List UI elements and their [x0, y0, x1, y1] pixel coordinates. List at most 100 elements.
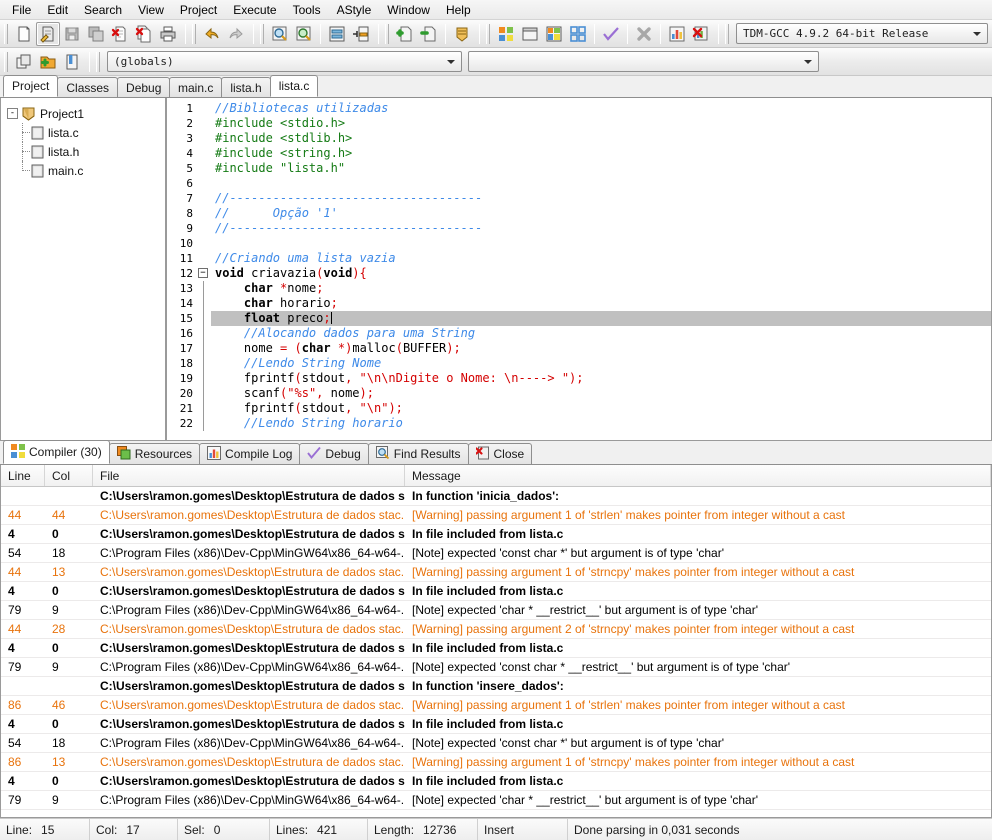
chevron-down-icon[interactable] — [800, 53, 816, 70]
menu-item-window[interactable]: Window — [379, 1, 438, 19]
tab-main-c[interactable]: main.c — [169, 77, 223, 97]
code-line[interactable]: nome = (char *)malloc(BUFFER); — [211, 341, 991, 356]
code-line[interactable]: #include "lista.h" — [211, 161, 991, 176]
table-row[interactable]: 4 0 C:\Users\ramon.gomes\Desktop\Estrutura… — [1, 639, 991, 658]
tree-node-project-root[interactable]: - Project1 — [7, 104, 165, 123]
toolbar-grip[interactable] — [260, 23, 264, 44]
code-line[interactable]: scanf("%s", nome); — [211, 386, 991, 401]
column-header-line[interactable]: Line — [1, 465, 45, 486]
fold-cell[interactable]: − — [197, 266, 211, 281]
menu-item-project[interactable]: Project — [172, 1, 225, 19]
replace-button[interactable] — [292, 22, 316, 46]
table-row[interactable]: 4 0 C:\Users\ramon.gomes\Desktop\Estrutura… — [1, 525, 991, 544]
menu-item-execute[interactable]: Execute — [225, 1, 284, 19]
tab-find-results[interactable]: Find Results — [367, 443, 469, 464]
tab-compile-log[interactable]: Compile Log — [199, 443, 301, 464]
menu-item-tools[interactable]: Tools — [285, 1, 329, 19]
save-all-button[interactable] — [84, 22, 108, 46]
table-row[interactable]: 4 0 C:\Users\ramon.gomes\Desktop\Estrutura… — [1, 582, 991, 601]
undo-button[interactable] — [200, 22, 224, 46]
code-line[interactable]: //----------------------------------- — [211, 221, 991, 236]
code-line[interactable]: float preco; — [211, 311, 991, 326]
tree-node-lista-h[interactable]: lista.h — [7, 142, 165, 161]
table-row[interactable]: 79 9 C:\Program Files (x86)\Dev-Cpp\MinGW6… — [1, 601, 991, 620]
code-text-area[interactable]: //Bibliotecas utilizadas #include <stdio.… — [211, 98, 991, 440]
compile-and-run-button[interactable] — [542, 22, 566, 46]
save-button[interactable] — [60, 22, 84, 46]
toolbar-grip[interactable] — [385, 23, 389, 44]
column-header-file[interactable]: File — [93, 465, 405, 486]
table-row[interactable]: 86 13 C:\Users\ramon.gomes\Desktop\Estrutu… — [1, 753, 991, 772]
table-row[interactable]: 4 0 C:\Users\ramon.gomes\Desktop\Estrutura… — [1, 772, 991, 791]
tab-close-panel[interactable]: Close — [467, 443, 533, 464]
redo-button[interactable] — [224, 22, 248, 46]
rebuild-all-button[interactable] — [566, 22, 590, 46]
find-button[interactable] — [268, 22, 292, 46]
tab-classes[interactable]: Classes — [57, 77, 119, 97]
code-editor[interactable]: 1 2 3 4 5 6 7 8 9 10 11 12 13 14 15 16 17 18 19 20 21 22 − //… — [166, 98, 992, 441]
code-line[interactable]: //Lendo String horario — [211, 416, 991, 431]
add-to-project-button[interactable] — [393, 22, 417, 46]
chevron-down-icon[interactable] — [969, 25, 985, 42]
tab-debug-bottom[interactable]: Debug — [299, 443, 369, 464]
project-options-button[interactable] — [450, 22, 474, 46]
code-line[interactable]: //Bibliotecas utilizadas — [211, 101, 991, 116]
profile-analysis-button[interactable] — [665, 22, 689, 46]
code-line[interactable]: fprintf(stdout, "\n"); — [211, 401, 991, 416]
table-row[interactable]: 4 0 C:\Users\ramon.gomes\Desktop\Estrutura… — [1, 715, 991, 734]
open-file-button[interactable] — [36, 21, 60, 46]
menu-item-astyle[interactable]: AStyle — [329, 1, 380, 19]
tree-node-lista-c[interactable]: lista.c — [7, 123, 165, 142]
syntax-check-button[interactable] — [599, 22, 623, 46]
code-line[interactable]: //Lendo String Nome — [211, 356, 991, 371]
table-row[interactable]: C:\Users\ramon.gomes\Desktop\Estrutura d… — [1, 487, 991, 506]
code-line[interactable]: void criavazia(void){ — [211, 266, 991, 281]
code-line[interactable] — [211, 236, 991, 251]
toolbar-grip[interactable] — [4, 23, 8, 44]
table-row[interactable]: 54 18 C:\Program Files (x86)\Dev-Cpp\MinGW… — [1, 734, 991, 753]
tab-project[interactable]: Project — [3, 75, 59, 97]
stop-execution-button[interactable] — [632, 22, 656, 46]
table-row[interactable]: 44 13 C:\Users\ramon.gomes\Desktop\Estrutu… — [1, 563, 991, 582]
tab-resources[interactable]: Resources — [108, 443, 201, 464]
print-button[interactable] — [156, 22, 180, 46]
toolbar-grip[interactable] — [4, 51, 8, 72]
close-all-button[interactable] — [132, 22, 156, 46]
menu-item-edit[interactable]: Edit — [39, 1, 76, 19]
code-line[interactable]: //Criando uma lista vazia — [211, 251, 991, 266]
close-file-button[interactable] — [108, 22, 132, 46]
toolbar-grip[interactable] — [192, 23, 196, 44]
table-row[interactable]: 54 18 C:\Program Files (x86)\Dev-Cpp\MinGW… — [1, 544, 991, 563]
new-file-button[interactable] — [12, 22, 36, 46]
goto-function-button[interactable] — [349, 22, 373, 46]
code-line[interactable] — [211, 176, 991, 191]
chevron-down-icon[interactable] — [443, 53, 459, 70]
code-line[interactable]: char horario; — [211, 296, 991, 311]
table-row[interactable]: 86 46 C:\Users\ramon.gomes\Desktop\Estrutu… — [1, 696, 991, 715]
menu-item-file[interactable]: File — [4, 1, 39, 19]
code-line[interactable]: //----------------------------------- — [211, 191, 991, 206]
compile-button[interactable] — [494, 22, 518, 46]
tab-compiler[interactable]: Compiler (30) — [3, 440, 110, 464]
tree-node-main-c[interactable]: main.c — [7, 161, 165, 180]
new-class-button[interactable] — [36, 50, 60, 74]
table-row[interactable]: 44 28 C:\Users\ramon.gomes\Desktop\Estrutu… — [1, 620, 991, 639]
toolbar-grip[interactable] — [725, 23, 729, 44]
table-row[interactable]: 79 9 C:\Program Files (x86)\Dev-Cpp\MinGW6… — [1, 658, 991, 677]
menu-item-view[interactable]: View — [130, 1, 172, 19]
table-row[interactable]: C:\Users\ramon.gomes\Desktop\Estrutura d… — [1, 677, 991, 696]
code-line[interactable]: // Opção '1' — [211, 206, 991, 221]
menu-item-search[interactable]: Search — [76, 1, 130, 19]
expander-minus-icon[interactable]: - — [7, 108, 18, 119]
code-line[interactable]: #include <string.h> — [211, 146, 991, 161]
remove-from-project-button[interactable] — [417, 22, 441, 46]
code-line[interactable]: //Alocando dados para uma String — [211, 326, 991, 341]
toolbar-grip[interactable] — [96, 51, 100, 72]
tab-debug[interactable]: Debug — [117, 77, 171, 97]
fold-collapse-icon[interactable]: − — [198, 268, 208, 278]
table-row[interactable]: 79 9 C:\Program Files (x86)\Dev-Cpp\MinGW6… — [1, 791, 991, 810]
tab-lista-c[interactable]: lista.c — [269, 75, 319, 97]
code-line[interactable]: fprintf(stdout, "\n\nDigite o Nome: \n--… — [211, 371, 991, 386]
scope-globals-select[interactable]: (globals) — [107, 51, 462, 72]
code-line[interactable]: #include <stdlib.h> — [211, 131, 991, 146]
